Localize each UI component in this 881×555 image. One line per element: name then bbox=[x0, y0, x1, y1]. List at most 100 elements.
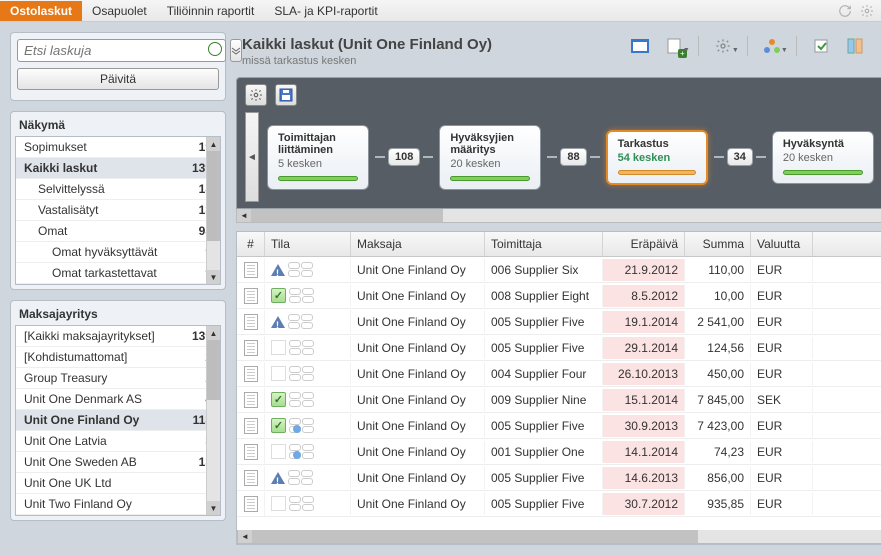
search-icon[interactable] bbox=[208, 42, 222, 56]
view-item[interactable]: Omat hyväksyttävät9 bbox=[16, 242, 220, 263]
new-document-icon[interactable]: +▼ bbox=[664, 37, 684, 55]
warning-icon bbox=[271, 316, 285, 328]
workflow-stage[interactable]: Tarkastus54 kesken bbox=[606, 130, 708, 185]
payers-panel: Maksajayritys [Kaikki maksajayritykset]1… bbox=[10, 300, 226, 521]
document-icon bbox=[244, 340, 258, 356]
warning-icon bbox=[271, 264, 285, 276]
status-pills bbox=[288, 262, 313, 277]
workflow-stage[interactable]: Hyväksyntä20 kesken bbox=[772, 131, 874, 184]
view-item[interactable]: Sopimukset19 bbox=[16, 137, 220, 158]
views-title: Näkymä bbox=[11, 112, 225, 136]
payers-scrollbar[interactable]: ▲▼ bbox=[206, 326, 220, 515]
top-menu: Ostolaskut Osapuolet Tiliöinnin raportit… bbox=[0, 0, 881, 22]
page-subtitle: missä tarkastus kesken bbox=[242, 55, 492, 67]
check-icon: ✓ bbox=[271, 288, 286, 303]
status-pills bbox=[289, 392, 314, 407]
payer-item[interactable]: Unit One Latvia3 bbox=[16, 431, 220, 452]
payers-list: [Kaikki maksajayritykset]139[Kohdistumat… bbox=[15, 325, 221, 516]
workflow-save-icon[interactable] bbox=[275, 84, 297, 106]
table-row[interactable]: Unit One Finland Oy005 Supplier Five30.7… bbox=[237, 491, 881, 517]
blue-dot-icon bbox=[293, 425, 301, 433]
view-window-icon[interactable] bbox=[630, 37, 650, 55]
table-row[interactable]: Unit One Finland Oy004 Supplier Four26.1… bbox=[237, 361, 881, 387]
col-toimittaja[interactable]: Toimittaja bbox=[485, 232, 603, 256]
col-valuutta[interactable]: Valuutta bbox=[751, 232, 813, 256]
document-icon bbox=[244, 262, 258, 278]
flow-track: Toimittajanliittäminen5 kesken108Hyväksy… bbox=[259, 117, 881, 198]
views-panel: Näkymä Sopimukset19Kaikki laskut139Selvi… bbox=[10, 111, 226, 290]
document-icon bbox=[244, 418, 258, 434]
payer-item[interactable]: Unit One Denmark AS4 bbox=[16, 389, 220, 410]
menu-raportit[interactable]: Tiliöinnin raportit bbox=[157, 1, 265, 21]
table-row[interactable]: ✓Unit One Finland Oy005 Supplier Five30.… bbox=[237, 413, 881, 439]
document-icon bbox=[244, 366, 258, 382]
invoice-grid: # Tila Maksaja Toimittaja Eräpäivä Summa… bbox=[236, 231, 881, 545]
columns-icon[interactable] bbox=[845, 37, 865, 55]
col-num[interactable]: # bbox=[237, 232, 265, 256]
workflow-stage[interactable]: Toimittajanliittäminen5 kesken bbox=[267, 125, 369, 190]
payer-item[interactable]: Unit One Finland Oy113 bbox=[16, 410, 220, 431]
document-icon bbox=[244, 288, 258, 304]
workflow-stage[interactable]: Hyväksyjienmääritys20 kesken bbox=[439, 125, 541, 190]
empty-status-icon bbox=[271, 340, 286, 355]
search-panel: Päivitä bbox=[10, 32, 226, 101]
page-title: Kaikki laskut (Unit One Finland Oy) bbox=[242, 36, 492, 53]
col-summa[interactable]: Summa bbox=[685, 232, 751, 256]
menu-sla[interactable]: SLA- ja KPI-raportit bbox=[264, 1, 387, 21]
check-icon: ✓ bbox=[271, 418, 286, 433]
status-pills bbox=[288, 314, 313, 329]
views-list: Sopimukset19Kaikki laskut139Selvittelyss… bbox=[15, 136, 221, 285]
document-icon bbox=[244, 392, 258, 408]
workflow-area: ◄ Toimittajanliittäminen5 kesken108Hyväk… bbox=[236, 77, 881, 209]
empty-status-icon bbox=[271, 496, 286, 511]
export-icon[interactable] bbox=[811, 37, 831, 55]
payer-item[interactable]: Group Treasury2 bbox=[16, 368, 220, 389]
update-button[interactable]: Päivitä bbox=[17, 68, 219, 90]
search-input[interactable] bbox=[17, 39, 226, 62]
grid-body: Unit One Finland Oy006 Supplier Six21.9.… bbox=[237, 257, 881, 530]
flow-scroll-left[interactable]: ◄ bbox=[245, 112, 259, 202]
check-icon: ✓ bbox=[271, 392, 286, 407]
menu-ostolaskut[interactable]: Ostolaskut bbox=[0, 1, 82, 21]
status-pills bbox=[289, 366, 314, 381]
col-tila[interactable]: Tila bbox=[265, 232, 351, 256]
col-maksaja[interactable]: Maksaja bbox=[351, 232, 485, 256]
document-icon bbox=[244, 314, 258, 330]
grid-hscrollbar[interactable]: ◄► bbox=[237, 530, 881, 544]
payer-item[interactable]: Unit One Sweden AB13 bbox=[16, 452, 220, 473]
table-row[interactable]: ✓Unit One Finland Oy008 Supplier Eight8.… bbox=[237, 283, 881, 309]
menu-osapuolet[interactable]: Osapuolet bbox=[82, 1, 157, 21]
gear-dropdown-icon[interactable]: ▼ bbox=[713, 37, 733, 55]
payer-item[interactable]: [Kohdistumattomat]2 bbox=[16, 347, 220, 368]
empty-status-icon bbox=[271, 444, 286, 459]
table-row[interactable]: Unit One Finland Oy005 Supplier Five29.1… bbox=[237, 335, 881, 361]
flow-hscrollbar[interactable]: ◄► bbox=[236, 209, 881, 223]
table-row[interactable]: Unit One Finland Oy005 Supplier Five19.1… bbox=[237, 309, 881, 335]
status-pills bbox=[288, 470, 313, 485]
payers-title: Maksajayritys bbox=[11, 301, 225, 325]
table-row[interactable]: Unit One Finland Oy006 Supplier Six21.9.… bbox=[237, 257, 881, 283]
table-row[interactable]: ✓Unit One Finland Oy009 Supplier Nine15.… bbox=[237, 387, 881, 413]
payer-item[interactable]: [Kaikki maksajayritykset]139 bbox=[16, 326, 220, 347]
view-item[interactable]: Vastalisätyt13 bbox=[16, 200, 220, 221]
document-icon bbox=[244, 470, 258, 486]
document-icon bbox=[244, 444, 258, 460]
view-item[interactable]: Omat tarkastettavat9 bbox=[16, 263, 220, 284]
refresh-icon[interactable] bbox=[837, 3, 853, 19]
workflow-gear-icon[interactable] bbox=[245, 84, 267, 106]
status-pills bbox=[289, 288, 314, 303]
status-pills bbox=[289, 340, 314, 355]
view-item[interactable]: Kaikki laskut139 bbox=[16, 158, 220, 179]
gear-icon[interactable] bbox=[859, 3, 875, 19]
table-row[interactable]: Unit One Finland Oy005 Supplier Five14.6… bbox=[237, 465, 881, 491]
table-row[interactable]: Unit One Finland Oy001 Supplier One14.1.… bbox=[237, 439, 881, 465]
view-item[interactable]: Selvittelyssä18 bbox=[16, 179, 220, 200]
warning-icon bbox=[271, 472, 285, 484]
payer-item[interactable]: Unit One UK Ltd1 bbox=[16, 473, 220, 494]
view-item[interactable]: Omat98 bbox=[16, 221, 220, 242]
blue-dot-icon bbox=[293, 451, 301, 459]
payer-item[interactable]: Unit Two Finland Oy1 bbox=[16, 494, 220, 515]
views-scrollbar[interactable]: ▲▼ bbox=[206, 137, 220, 284]
col-erapaiva[interactable]: Eräpäivä bbox=[603, 232, 685, 256]
nodes-dropdown-icon[interactable]: ▼ bbox=[762, 37, 782, 55]
